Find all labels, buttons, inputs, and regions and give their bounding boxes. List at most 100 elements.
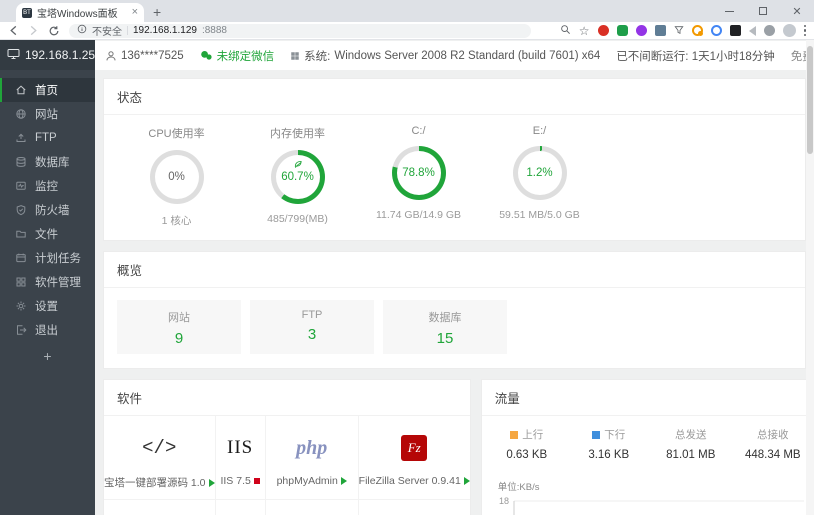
- security-label: 不安全: [92, 27, 122, 38]
- page-scrollbar[interactable]: [806, 40, 814, 515]
- forward-icon[interactable]: [28, 25, 39, 36]
- grid-icon: [16, 277, 26, 287]
- search-icon[interactable]: [560, 24, 571, 38]
- sidebar-menu: 首页 网站 FTP 数据库 监控 防火墙 文件 计划任务 软件管理 设置 退出: [0, 78, 95, 342]
- legend-total-sent: 总发送 81.01 MB: [666, 429, 716, 461]
- software-item-php52[interactable]: PHP-5.2: [104, 500, 216, 515]
- software-item-redis[interactable]: redis 1.0: [216, 500, 266, 515]
- status-icon[interactable]: [340, 477, 347, 486]
- filezilla-icon: [401, 435, 428, 461]
- sidebar-add-button[interactable]: +: [0, 348, 95, 364]
- profile-avatar[interactable]: [782, 24, 796, 37]
- legend-total-received: 总接收 448.34 MB: [744, 429, 801, 461]
- software-item-filezilla[interactable]: FileZilla Server 0.9.41: [358, 416, 470, 500]
- disk-c-gauge[interactable]: C:/ 78.8% 11.74 GB/14.9 GB: [358, 125, 479, 228]
- disk-e-gauge[interactable]: E:/ 1.2% 59.51 MB/5.0 GB: [479, 125, 600, 228]
- browser-tab[interactable]: 宝塔Windows面板 ×: [16, 3, 144, 22]
- scrollbar-thumb[interactable]: [807, 46, 813, 154]
- minimize-button[interactable]: [712, 0, 746, 22]
- legend-up[interactable]: 上行 0.63 KB: [486, 427, 568, 461]
- address-bar[interactable]: 不安全 192.168.1.129 :8888: [69, 23, 531, 38]
- extension-icon[interactable]: [616, 25, 628, 36]
- cpu-ring: 0%: [149, 150, 204, 204]
- status-icon[interactable]: [463, 477, 470, 486]
- extension-icon[interactable]: [654, 25, 666, 36]
- extension-icon[interactable]: [763, 25, 775, 36]
- sidebar-item-settings[interactable]: 设置: [0, 294, 95, 318]
- sidebar-item-software[interactable]: 软件管理: [0, 270, 95, 294]
- sidebar-item-files[interactable]: 文件: [0, 222, 95, 246]
- extension-icon[interactable]: [748, 25, 756, 36]
- software-item-phpmyadmin[interactable]: phpMyAdmin: [265, 416, 359, 500]
- extensions-row: ☆: [560, 24, 806, 38]
- sidebar-item-website[interactable]: 网站: [0, 102, 95, 126]
- cpu-gauge[interactable]: CPU使用率 0% 1 核心: [116, 125, 237, 228]
- software-grid: 宝塔一键部署源码 1.0 IIS 7.5 phpMyAdmin FileZill…: [104, 416, 470, 515]
- status-card: 状态 CPU使用率 0% 1 核心 内存使用率 60.7% 485/799(MB…: [103, 78, 806, 241]
- monitor-chart-icon: [16, 181, 26, 190]
- memory-ring: 60.7%: [270, 150, 325, 204]
- traffic-legend: 上行 0.63 KB 下行 3.16 KB 总发送 81.01 MB 总接收 4…: [482, 416, 806, 469]
- calendar-icon: [16, 253, 26, 263]
- extension-icon[interactable]: [729, 25, 741, 36]
- overview-websites[interactable]: 网站 9: [117, 300, 241, 354]
- new-tab-button[interactable]: +: [153, 4, 161, 20]
- divider: [127, 26, 128, 35]
- traffic-title: 流量: [481, 380, 806, 416]
- sidebar-item-logout[interactable]: 退出: [0, 318, 95, 342]
- wechat-icon: [200, 51, 212, 60]
- favicon-icon: [22, 7, 32, 18]
- php-icon: [296, 437, 327, 460]
- sidebar: 192.168.1.252 0 首页 网站 FTP 数据库 监控: [0, 40, 123, 515]
- bookmark-star-icon[interactable]: ☆: [579, 25, 590, 37]
- tab-close-icon[interactable]: ×: [132, 7, 138, 18]
- chart-unit-label: 单位:KB/s: [497, 482, 540, 493]
- user-icon: [106, 50, 116, 60]
- user-account[interactable]: 136****7525: [105, 50, 184, 62]
- overview-databases[interactable]: 数据库 15: [383, 300, 507, 354]
- back-icon[interactable]: [8, 25, 19, 36]
- overview-ftp[interactable]: FTP 3: [250, 300, 374, 354]
- status-title: 状态: [104, 79, 805, 115]
- software-item-iis[interactable]: IIS 7.5: [215, 416, 266, 500]
- software-item-empty: [359, 500, 470, 515]
- extension-icon[interactable]: [691, 25, 703, 36]
- shield-icon: [16, 205, 26, 216]
- ftp-upload-icon: [16, 133, 26, 142]
- legend-down[interactable]: 下行 3.16 KB: [568, 427, 650, 461]
- screen: 宝塔Windows面板 × + ✕ 不安全 192.168.1.129 :888…: [0, 0, 814, 515]
- home-icon: [16, 85, 26, 95]
- filter-funnel-icon[interactable]: [673, 24, 684, 38]
- status-icon[interactable]: [208, 479, 215, 488]
- browser-tabstrip: 宝塔Windows面板 × + ✕: [0, 0, 814, 22]
- browser-menu-icon[interactable]: [803, 24, 806, 37]
- info-icon[interactable]: [77, 24, 87, 37]
- sidebar-item-monitor[interactable]: 监控: [0, 174, 95, 198]
- uptime-text: 已不间断运行: 1天1小时18分钟: [616, 50, 775, 63]
- reload-icon[interactable]: [48, 25, 60, 37]
- system-info: 系统: Windows Server 2008 R2 Standard (bui…: [290, 48, 600, 64]
- traffic-chart-svg: 181512963: [499, 496, 804, 515]
- status-icon[interactable]: [253, 478, 260, 485]
- maximize-button[interactable]: [746, 0, 780, 22]
- memory-gauge[interactable]: 内存使用率 60.7% 485/799(MB): [237, 125, 358, 228]
- sidebar-item-cron[interactable]: 计划任务: [0, 246, 95, 270]
- sidebar-item-database[interactable]: 数据库: [0, 150, 95, 174]
- extension-icon[interactable]: [597, 25, 609, 36]
- software-item-deploy[interactable]: 宝塔一键部署源码 1.0: [104, 416, 216, 500]
- disk-c-ring: 78.8%: [391, 146, 446, 200]
- sidebar-item-home[interactable]: 首页: [0, 78, 95, 102]
- software-item-waf[interactable]: WAF 宝塔IIS防火墙 1.0: [266, 500, 359, 515]
- sidebar-item-firewall[interactable]: 防火墙: [0, 198, 95, 222]
- extension-icon[interactable]: [635, 25, 647, 36]
- disk-e-ring: 1.2%: [512, 146, 567, 200]
- server-header[interactable]: 192.168.1.252 0: [0, 40, 123, 70]
- extension-icon[interactable]: [710, 25, 722, 36]
- sidebar-item-ftp[interactable]: FTP: [0, 126, 95, 150]
- server-ip: 192.168.1.252: [25, 48, 102, 62]
- wechat-bind-link[interactable]: 未绑定微信: [200, 48, 274, 64]
- close-window-button[interactable]: ✕: [780, 0, 814, 22]
- code-icon: [142, 437, 176, 459]
- software-card: 软件 宝塔一键部署源码 1.0 IIS 7.5 phpMyAdmin: [103, 379, 471, 515]
- bottom-row: 软件 宝塔一键部署源码 1.0 IIS 7.5 phpMyAdmin: [103, 379, 806, 515]
